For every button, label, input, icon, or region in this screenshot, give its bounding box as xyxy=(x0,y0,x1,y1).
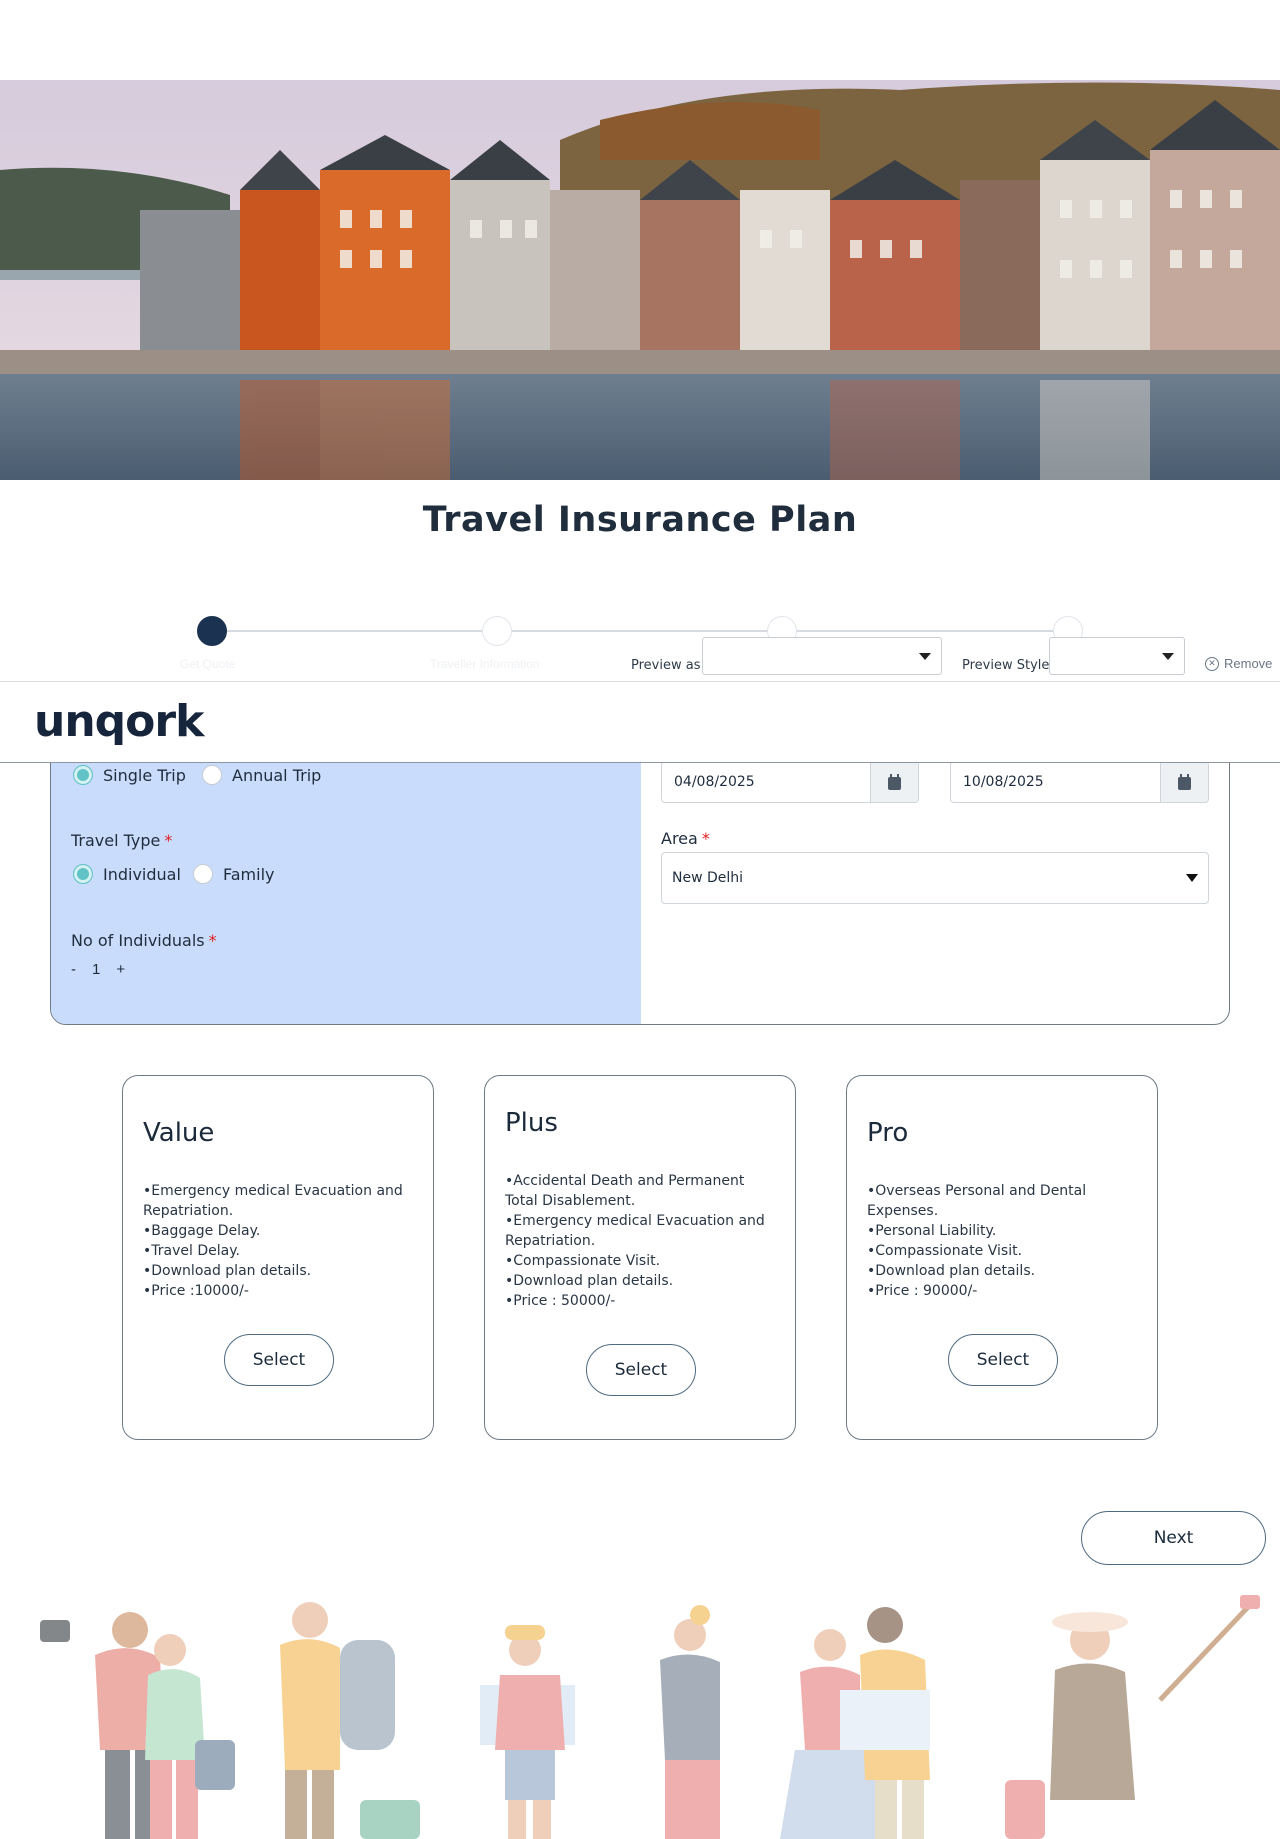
hero-image xyxy=(0,80,1280,480)
radio-unselected[interactable] xyxy=(202,765,222,785)
plan-feature: •Personal Liability. xyxy=(867,1223,997,1239)
close-circle-icon: ✕ xyxy=(1205,656,1219,671)
trip-option-label: Single Trip xyxy=(103,765,186,785)
decrement-button[interactable]: - xyxy=(71,961,76,978)
preview-style-select[interactable] xyxy=(1049,637,1185,675)
travel-type-option-label: Family xyxy=(223,864,275,884)
plan-feature: •Price :10000/- xyxy=(143,1283,249,1299)
radio-unselected[interactable] xyxy=(193,864,213,884)
plan-feature: •Baggage Delay. xyxy=(143,1223,261,1239)
page-title: Travel Insurance Plan xyxy=(422,500,858,540)
plan-card-value: Value •Emergency medical Evacuation and … xyxy=(122,1075,434,1440)
individuals-value: 1 xyxy=(92,961,101,978)
required-mark: * xyxy=(208,931,217,950)
plan-features: •Overseas Personal and Dental Expenses. … xyxy=(867,1181,1142,1301)
plan-name: Plus xyxy=(505,1108,558,1138)
calendar-icon xyxy=(888,773,901,790)
calendar-button[interactable] xyxy=(870,762,918,802)
increment-button[interactable]: + xyxy=(116,961,125,978)
chevron-down-icon xyxy=(919,653,931,660)
plan-feature: •Compassionate Visit. xyxy=(867,1243,1023,1259)
app-header: unqork xyxy=(0,681,1280,763)
chevron-down-icon xyxy=(1162,653,1174,660)
start-date-value: 04/08/2025 xyxy=(674,774,755,790)
plan-feature: •Overseas Personal and Dental Expenses. xyxy=(867,1183,1087,1219)
select-plus-button[interactable]: Select xyxy=(586,1344,696,1396)
start-date-field[interactable]: 04/08/2025 xyxy=(661,761,919,803)
travel-type-individual[interactable]: Individual xyxy=(73,864,181,884)
plan-name: Value xyxy=(143,1118,215,1148)
chevron-down-icon xyxy=(1186,874,1198,882)
radio-selected[interactable] xyxy=(73,765,93,785)
end-date-field[interactable]: 10/08/2025 xyxy=(950,761,1209,803)
page: Travel Insurance Plan Get Quote Travelle… xyxy=(0,0,1280,1839)
individuals-label-text: No of Individuals xyxy=(71,931,205,950)
plan-feature: •Price : 50000/- xyxy=(505,1293,616,1309)
trip-option-single[interactable]: Single Trip xyxy=(73,765,186,785)
end-date-value: 10/08/2025 xyxy=(963,774,1044,790)
preview-style-label: Preview Style: xyxy=(962,658,1054,673)
individuals-label: No of Individuals * xyxy=(71,931,217,950)
stepper-track xyxy=(212,630,1068,632)
next-button[interactable]: Next xyxy=(1081,1511,1266,1565)
plan-features: •Emergency medical Evacuation and Repatr… xyxy=(143,1181,418,1301)
calendar-button[interactable] xyxy=(1160,762,1208,802)
select-value-button[interactable]: Select xyxy=(224,1334,334,1386)
plan-feature: •Compassionate Visit. xyxy=(505,1253,661,1269)
calendar-icon xyxy=(1178,773,1191,790)
select-pro-button[interactable]: Select xyxy=(948,1334,1058,1386)
remove-label: Remove xyxy=(1224,656,1273,671)
plan-card-pro: Pro •Overseas Personal and Dental Expens… xyxy=(846,1075,1158,1440)
plan-feature: •Download plan details. xyxy=(867,1263,1036,1279)
travel-type-family[interactable]: Family xyxy=(193,864,274,884)
area-select[interactable]: New Delhi xyxy=(661,852,1209,904)
area-label-text: Area xyxy=(661,829,698,848)
preview-as-select[interactable] xyxy=(702,637,942,675)
plan-card-plus: Plus •Accidental Death and Permanent Tot… xyxy=(484,1075,796,1440)
area-value: New Delhi xyxy=(672,870,744,886)
plan-feature: •Download plan details. xyxy=(143,1263,312,1279)
trip-option-annual[interactable]: Annual Trip xyxy=(202,765,321,785)
remove-button[interactable]: ✕ Remove xyxy=(1205,656,1272,671)
plan-name: Pro xyxy=(867,1118,909,1148)
required-mark: * xyxy=(701,829,710,848)
preview-as-label: Preview as: xyxy=(631,658,705,673)
individuals-stepper: - 1 + xyxy=(71,961,125,978)
brand-logo[interactable]: unqork xyxy=(34,696,204,747)
radio-selected[interactable] xyxy=(73,864,93,884)
plan-features: •Accidental Death and Permanent Total Di… xyxy=(505,1171,780,1311)
travellers-illustration xyxy=(0,1580,1280,1839)
trip-option-label: Annual Trip xyxy=(232,765,322,785)
plan-feature: •Emergency medical Evacuation and Repatr… xyxy=(505,1213,765,1249)
travel-type-label-text: Travel Type xyxy=(71,831,161,850)
required-mark: * xyxy=(164,831,173,850)
travel-type-option-label: Individual xyxy=(103,864,181,884)
plan-feature: •Price : 90000/- xyxy=(867,1283,978,1299)
preview-toolbar: Preview as: Preview Style: ✕ Remove xyxy=(0,636,1280,682)
travel-type-label: Travel Type * xyxy=(71,831,172,850)
plan-feature: •Travel Delay. xyxy=(143,1243,240,1259)
plan-feature: •Accidental Death and Permanent Total Di… xyxy=(505,1173,745,1209)
plan-feature: •Emergency medical Evacuation and Repatr… xyxy=(143,1183,403,1219)
plan-feature: •Download plan details. xyxy=(505,1273,674,1289)
area-label: Area * xyxy=(661,829,710,848)
